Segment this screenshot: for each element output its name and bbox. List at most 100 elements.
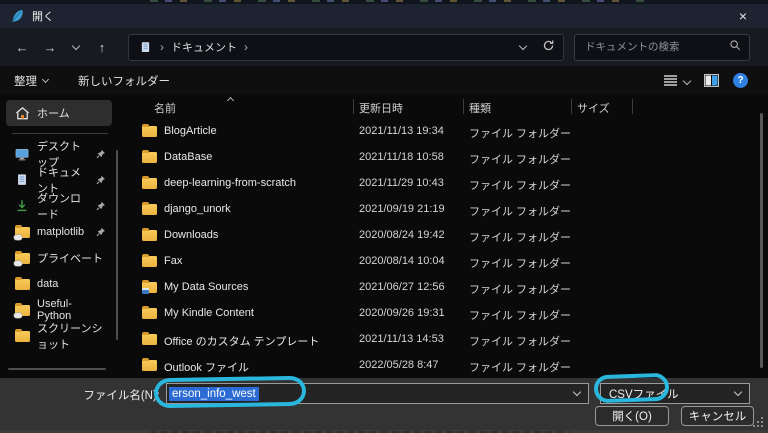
- file-row-deep-learning-from-scratch[interactable]: deep-learning-from-scratch 2021/11/29 10…: [120, 170, 768, 196]
- file-row-my-data-sources[interactable]: My Data Sources 2021/06/27 12:56 ファイル フォ…: [120, 274, 768, 300]
- view-mode-button[interactable]: [663, 74, 692, 87]
- sidebar-item-label: ダウンロード: [37, 193, 81, 221]
- file-name: BlogArticle: [164, 125, 217, 137]
- pin-icon: [96, 227, 106, 237]
- file-type: ファイル フォルダー: [469, 284, 572, 296]
- desktop-icon: [14, 146, 30, 162]
- file-type: ファイル フォルダー: [469, 180, 572, 192]
- recent-locations-chevron-icon[interactable]: [66, 35, 86, 59]
- new-folder-button[interactable]: 新しいフォルダー: [78, 73, 170, 89]
- file-type: ファイル フォルダー: [469, 206, 572, 218]
- help-button[interactable]: ?: [733, 73, 748, 88]
- up-button[interactable]: ↑: [90, 35, 114, 59]
- file-name: django_unork: [164, 203, 231, 215]
- resize-grip[interactable]: [753, 417, 763, 427]
- screen: 開く × ← → ↑ › ドキュメント › ドキュメントの検索 整理 新しいフォ…: [0, 0, 768, 433]
- sidebar-item-label: data: [37, 278, 59, 290]
- file-row-office-custom-templates[interactable]: Office のカスタム テンプレート 2021/11/13 14:53 ファイ…: [120, 326, 768, 352]
- column-divider[interactable]: [571, 99, 572, 114]
- file-row-my-kindle-content[interactable]: My Kindle Content 2020/09/26 19:31 ファイル …: [120, 300, 768, 326]
- column-header-size[interactable]: サイズ: [577, 100, 610, 116]
- download-icon: [14, 198, 30, 214]
- sidebar-item-downloads[interactable]: ダウンロード: [6, 193, 112, 221]
- organize-label: 整理: [14, 75, 37, 88]
- back-button[interactable]: ←: [10, 35, 34, 59]
- column-header-date-modified[interactable]: 更新日時: [359, 100, 403, 116]
- folder-cloud-icon: [13, 224, 30, 240]
- file-type: ファイル フォルダー: [469, 362, 572, 374]
- sidebar-item-matplotlib[interactable]: matplotlib: [6, 219, 112, 245]
- organize-button[interactable]: 整理: [14, 73, 50, 89]
- pin-icon: [96, 149, 106, 159]
- dialog-content: ホーム デスクトップ ドキュメント ダウンロード matplotlib プライベ…: [0, 95, 768, 378]
- address-dropdown-chevron-icon[interactable]: [518, 41, 528, 51]
- filetype-value: CSVファイル: [609, 388, 679, 401]
- file-type: ファイル フォルダー: [469, 336, 572, 348]
- filetype-select[interactable]: CSVファイル: [600, 383, 750, 404]
- sidebar-item-private[interactable]: プライベート: [6, 245, 112, 271]
- open-button[interactable]: 開く(O): [595, 406, 669, 426]
- column-divider[interactable]: [353, 99, 354, 114]
- sidebar-item-label: ホーム: [37, 108, 70, 120]
- column-divider[interactable]: [463, 99, 464, 114]
- file-date: 2021/11/13 19:34: [359, 125, 444, 137]
- folder-icon: [142, 228, 157, 241]
- file-date: 2021/11/13 14:53: [359, 333, 444, 345]
- file-row-blogarticle[interactable]: BlogArticle 2021/11/13 19:34 ファイル フォルダー: [120, 118, 768, 144]
- column-divider[interactable]: [632, 99, 633, 114]
- file-row-django-unork[interactable]: django_unork 2021/09/19 21:19 ファイル フォルダー: [120, 196, 768, 222]
- file-row-database[interactable]: DataBase 2021/11/18 10:58 ファイル フォルダー: [120, 144, 768, 170]
- chevron-down-icon: [41, 75, 50, 84]
- sidebar-horizontal-scrollbar[interactable]: [8, 368, 106, 370]
- file-list-header: 名前 更新日時 種類 サイズ: [120, 95, 768, 118]
- column-header-name[interactable]: 名前: [154, 100, 176, 116]
- sidebar-vertical-scrollbar[interactable]: [116, 150, 118, 340]
- file-date: 2022/05/28 8:47: [359, 359, 439, 371]
- dialog-footer: ファイル名(N): erson_info_west CSVファイル 開く(O) …: [0, 378, 768, 430]
- sidebar-item-label: プライベート: [37, 253, 103, 265]
- filename-input[interactable]: erson_info_west: [166, 383, 589, 404]
- breadcrumb-chevron-icon[interactable]: ›: [244, 40, 248, 54]
- data-sources-folder-icon: [142, 280, 157, 294]
- command-toolbar: 整理 新しいフォルダー ?: [0, 66, 768, 95]
- file-list-vertical-scrollbar[interactable]: [760, 113, 763, 368]
- sidebar-item-screenshots[interactable]: スクリーンショット: [6, 323, 112, 351]
- search-input[interactable]: [583, 40, 729, 54]
- navigation-bar: ← → ↑ › ドキュメント ›: [0, 28, 768, 66]
- file-row-downloads[interactable]: Downloads 2020/08/24 19:42 ファイル フォルダー: [120, 222, 768, 248]
- file-name: Office のカスタム テンプレート: [164, 336, 320, 348]
- refresh-button[interactable]: [542, 39, 555, 55]
- search-box: [574, 33, 750, 61]
- folder-icon: [142, 254, 157, 267]
- forward-button[interactable]: →: [38, 35, 62, 59]
- pin-icon: [96, 201, 106, 211]
- column-header-type[interactable]: 種類: [469, 100, 491, 116]
- chevron-down-icon[interactable]: [572, 387, 582, 397]
- home-icon: [14, 105, 30, 121]
- document-icon: [14, 172, 30, 188]
- cancel-button[interactable]: キャンセル: [681, 406, 754, 426]
- folder-icon: [142, 150, 157, 163]
- filename-selected-text: erson_info_west: [169, 386, 259, 401]
- file-type: ファイル フォルダー: [469, 310, 572, 322]
- close-button[interactable]: ×: [728, 5, 758, 27]
- folder-cloud-icon: [13, 302, 30, 318]
- file-row-outlook-files[interactable]: Outlook ファイル 2022/05/28 8:47 ファイル フォルダー: [120, 352, 768, 378]
- file-name: Downloads: [164, 229, 219, 241]
- chevron-down-icon[interactable]: [733, 387, 743, 397]
- file-type: ファイル フォルダー: [469, 128, 572, 140]
- sidebar-item-data[interactable]: data: [6, 271, 112, 297]
- breadcrumb-documents[interactable]: ドキュメント: [171, 39, 237, 55]
- file-date: 2020/09/26 19:31: [359, 307, 445, 319]
- feather-app-icon: [10, 9, 24, 23]
- file-name: My Kindle Content: [164, 307, 254, 319]
- sidebar-item-label: スクリーンショット: [37, 323, 103, 351]
- file-type: ファイル フォルダー: [469, 154, 572, 166]
- folder-icon: [14, 328, 30, 344]
- sidebar-item-home[interactable]: ホーム: [6, 100, 112, 126]
- preview-pane-button[interactable]: [704, 74, 719, 87]
- file-type: ファイル フォルダー: [469, 232, 572, 244]
- file-name: deep-learning-from-scratch: [164, 177, 297, 189]
- file-row-fax[interactable]: Fax 2020/08/14 10:04 ファイル フォルダー: [120, 248, 768, 274]
- address-bar[interactable]: › ドキュメント ›: [128, 33, 564, 61]
